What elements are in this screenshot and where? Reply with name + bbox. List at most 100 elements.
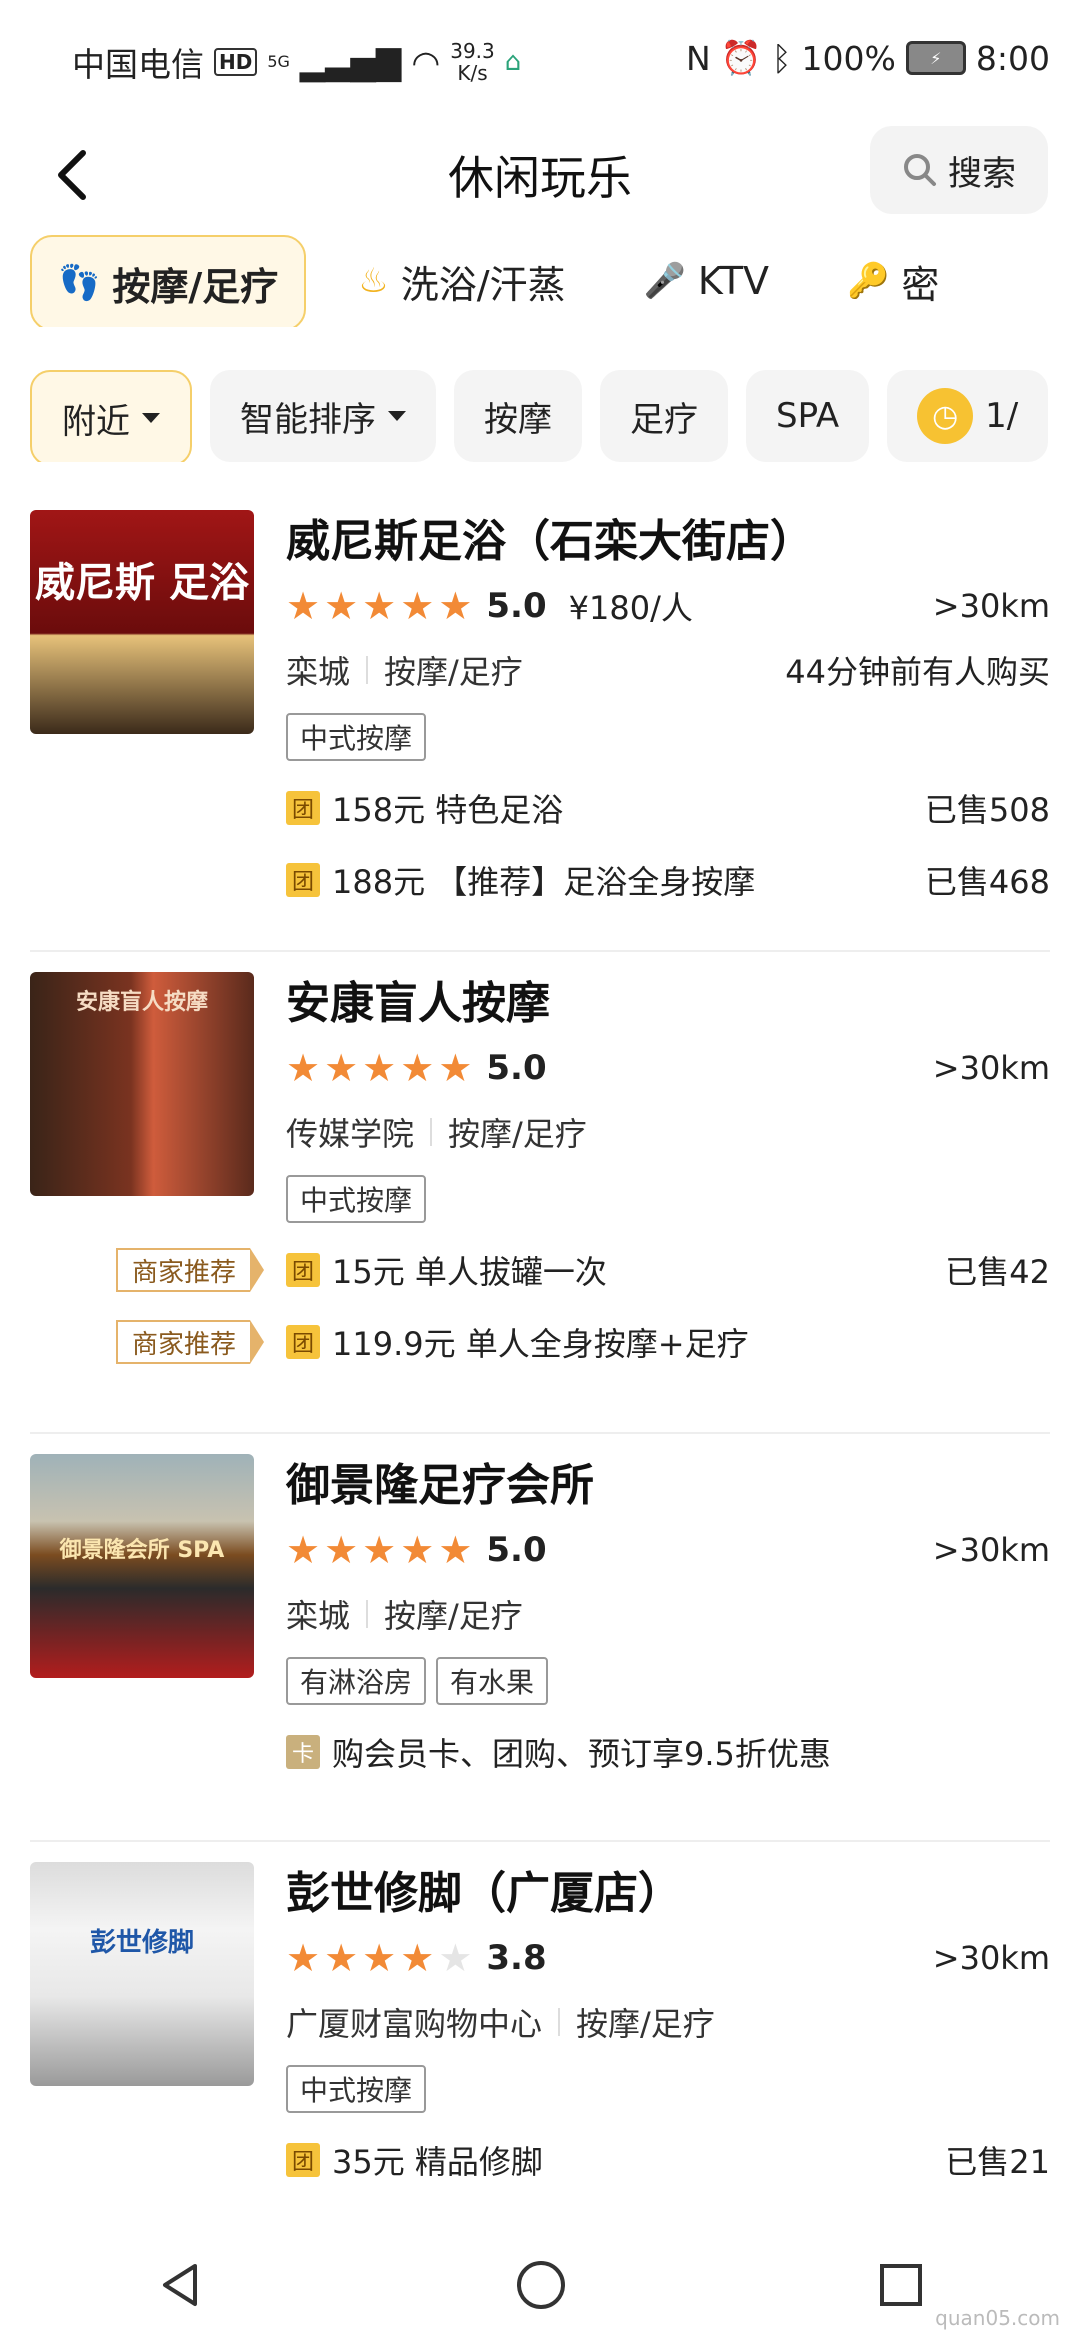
list-item[interactable]: 御景隆会所 SPA 御景隆足疗会所 ★ ★ ★ ★ ★ 5.0 >30km 栾城 按摩/… bbox=[30, 1434, 1050, 1842]
filter-spa[interactable]: SPA bbox=[746, 370, 870, 462]
shop-name: 威尼斯足浴（石栾大街店） bbox=[286, 516, 814, 567]
bath-icon: ♨ bbox=[358, 261, 389, 301]
shop-name: 彭世修脚（广厦店） bbox=[286, 1868, 682, 1919]
star-icon: ★ bbox=[286, 1046, 321, 1090]
merchant-recommend-badge: 商家推荐 bbox=[116, 1248, 265, 1292]
shop-area: 栾城 bbox=[286, 653, 351, 691]
shop-thumbnail: 御景隆会所 SPA bbox=[30, 1454, 254, 1678]
star-icon: ★ bbox=[324, 1046, 359, 1090]
star-icon: ★ bbox=[438, 1936, 473, 1980]
filter-bar: 附近 智能排序 按摩 足疗 SPA ◷ 1/ bbox=[30, 370, 1080, 462]
distance: >30km bbox=[932, 1531, 1050, 1569]
key-icon: 🔑 bbox=[847, 261, 890, 301]
foot-icon: 👣 bbox=[58, 263, 101, 303]
rating-stars: ★ ★ ★ ★ ★ bbox=[286, 1939, 472, 1977]
rating-stars: ★ ★ ★ ★ ★ bbox=[286, 1049, 472, 1087]
search-label: 搜索 bbox=[948, 153, 1016, 194]
star-icon: ★ bbox=[400, 1046, 435, 1090]
tab-escape[interactable]: 🔑 密 bbox=[821, 235, 965, 327]
star-icon: ★ bbox=[400, 1528, 435, 1572]
rating-stars: ★ ★ ★ ★ ★ bbox=[286, 587, 472, 625]
tab-ktv[interactable]: 🎤 KTV bbox=[618, 235, 796, 327]
deal-sold: 已售42 bbox=[945, 1253, 1050, 1291]
search-button[interactable]: 搜索 bbox=[870, 126, 1048, 214]
shop-thumbnail: 威尼斯 足浴 bbox=[30, 510, 254, 734]
network-type: 5G bbox=[267, 52, 290, 71]
shop-name: 御景隆足疗会所 bbox=[286, 1460, 594, 1511]
rating-score: 5.0 bbox=[486, 1048, 547, 1088]
deal-row[interactable]: 商家推荐 团 15元 单人拔罐一次 已售42 bbox=[116, 1234, 1050, 1306]
rating-score: 3.8 bbox=[486, 1938, 547, 1978]
watermark-text: quan05.com bbox=[935, 2306, 1060, 2330]
divider bbox=[558, 2008, 561, 2036]
tab-massage-foot[interactable]: 👣 按摩/足疗 bbox=[30, 235, 307, 327]
list-item[interactable]: 威尼斯 足浴 威尼斯足浴（石栾大街店） ★ ★ ★ ★ ★ 5.0 ¥180/人 >30… bbox=[30, 490, 1050, 952]
net-speed: 39.3 K/s bbox=[450, 39, 495, 85]
status-bar: 中国电信 HD 5G ▂▃▅▇ ◠ 39.3 K/s ⌂ Ν ⏰ ᛒ 100% ⚡… bbox=[0, 0, 1080, 120]
carrier-label: 中国电信 bbox=[72, 45, 204, 84]
feature-tag: 中式按摩 bbox=[286, 2065, 427, 2113]
home-icon: ⌂ bbox=[504, 47, 522, 77]
star-icon: ★ bbox=[438, 584, 473, 628]
list-item[interactable]: 彭世修脚 彭世修脚（广厦店） ★ ★ ★ ★ ★ 3.8 >30km 广厦财富购物中心 … bbox=[30, 1842, 1050, 2242]
tab-bath[interactable]: ♨ 洗浴/汗蒸 bbox=[332, 235, 591, 327]
clock-time: 8:00 bbox=[975, 38, 1050, 78]
deal-title: 188元 【推荐】足浴全身按摩 bbox=[332, 863, 756, 901]
alarm-icon: ⏰ bbox=[720, 38, 762, 77]
star-icon: ★ bbox=[324, 1936, 359, 1980]
hd-badge: HD bbox=[214, 48, 258, 76]
filter-nearby[interactable]: 附近 bbox=[30, 370, 192, 462]
deal-sold: 已售508 bbox=[924, 791, 1050, 829]
distance: >30km bbox=[932, 1049, 1050, 1087]
rating-stars: ★ ★ ★ ★ ★ bbox=[286, 1531, 472, 1569]
feature-tag: 中式按摩 bbox=[286, 713, 427, 761]
shop-area: 广厦财富购物中心 bbox=[286, 2005, 543, 2043]
star-icon: ★ bbox=[438, 1046, 473, 1090]
feature-tag: 中式按摩 bbox=[286, 1175, 427, 1223]
shop-category: 按摩/足疗 bbox=[576, 2005, 715, 2043]
deal-row[interactable]: 商家推荐 团 119.9元 单人全身按摩+足疗 bbox=[116, 1306, 1050, 1378]
avg-price: ¥180/人 bbox=[568, 589, 693, 627]
bluetooth-icon: ᛒ bbox=[771, 38, 792, 78]
deal-title: 158元 特色足浴 bbox=[332, 791, 564, 829]
group-deal-icon: 团 bbox=[286, 863, 320, 897]
chevron-down-icon bbox=[142, 413, 160, 423]
system-nav-bar: quan05.com bbox=[0, 2230, 1080, 2340]
divider bbox=[366, 1600, 369, 1628]
mic-icon: 🎤 bbox=[643, 261, 686, 301]
wifi-icon: ◠ bbox=[411, 42, 441, 82]
nav-recents-icon[interactable] bbox=[877, 2261, 925, 2309]
deal-row[interactable]: 卡 购会员卡、团购、预订享9.5折优惠 bbox=[286, 1716, 1050, 1788]
group-deal-icon: 团 bbox=[286, 1253, 320, 1287]
filter-massage[interactable]: 按摩 bbox=[454, 370, 582, 462]
chevron-down-icon bbox=[388, 411, 406, 421]
filter-foot[interactable]: 足疗 bbox=[600, 370, 728, 462]
battery-icon: ⚡ bbox=[905, 41, 966, 75]
feature-tag: 有淋浴房 bbox=[286, 1657, 427, 1705]
member-card-icon: 卡 bbox=[286, 1735, 320, 1769]
star-icon: ★ bbox=[362, 584, 397, 628]
filter-time[interactable]: ◷ 1/ bbox=[887, 370, 1049, 462]
feature-tag: 有水果 bbox=[436, 1657, 549, 1705]
clock-icon: ◷ bbox=[917, 388, 974, 444]
category-tabs: 👣 按摩/足疗 ♨ 洗浴/汗蒸 🎤 KTV 🔑 密 bbox=[30, 235, 1080, 327]
deal-row[interactable]: 团 35元 精品修脚 已售21 bbox=[286, 2124, 1050, 2196]
deal-title: 15元 单人拔罐一次 bbox=[332, 1253, 607, 1291]
list-item[interactable]: 安康盲人按摩 安康盲人按摩 ★ ★ ★ ★ ★ 5.0 >30km 传媒学院 按摩/足疗… bbox=[30, 952, 1050, 1434]
battery-percent: 100% bbox=[801, 38, 896, 78]
shop-thumbnail: 彭世修脚 bbox=[30, 1862, 254, 2086]
deal-row[interactable]: 团 188元 【推荐】足浴全身按摩 已售468 bbox=[286, 844, 1050, 916]
nav-home-icon[interactable] bbox=[515, 2259, 567, 2311]
filter-sort[interactable]: 智能排序 bbox=[210, 370, 436, 462]
shop-category: 按摩/足疗 bbox=[384, 1597, 523, 1635]
shop-list: 威尼斯 足浴 威尼斯足浴（石栾大街店） ★ ★ ★ ★ ★ 5.0 ¥180/人 >30… bbox=[0, 490, 1080, 2242]
shop-thumbnail: 安康盲人按摩 bbox=[30, 972, 254, 1196]
star-icon: ★ bbox=[400, 1936, 435, 1980]
star-icon: ★ bbox=[286, 1528, 321, 1572]
group-deal-icon: 团 bbox=[286, 791, 320, 825]
star-icon: ★ bbox=[362, 1046, 397, 1090]
nav-back-icon[interactable] bbox=[155, 2260, 205, 2310]
divider bbox=[366, 656, 369, 684]
rating-score: 5.0 bbox=[486, 1530, 547, 1570]
deal-row[interactable]: 团 158元 特色足浴 已售508 bbox=[286, 772, 1050, 844]
